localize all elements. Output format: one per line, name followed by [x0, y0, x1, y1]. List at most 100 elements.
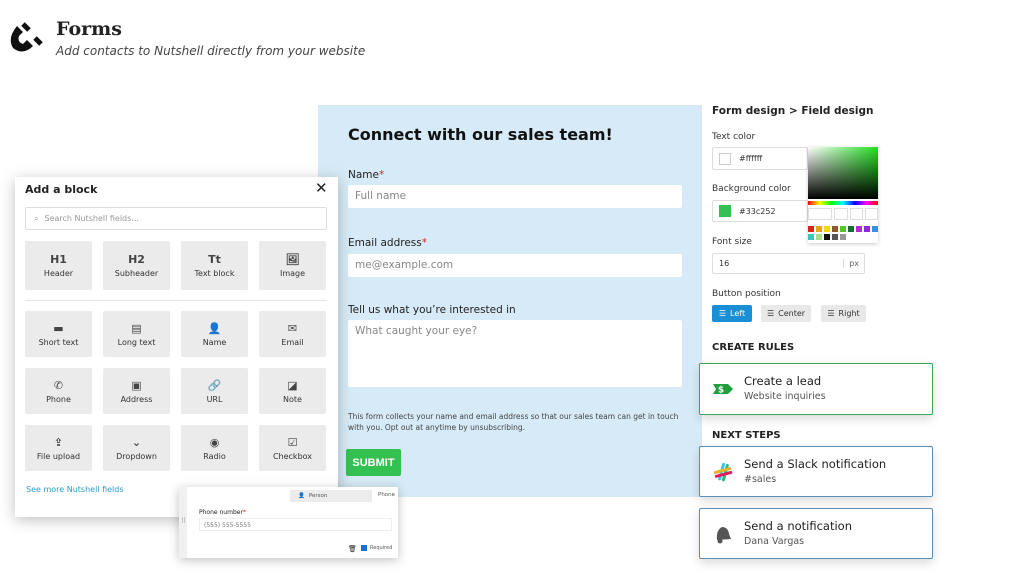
card-title: Send a notification	[744, 519, 852, 533]
color-swatch[interactable]	[808, 234, 814, 240]
block-tile[interactable]: ▣ Address	[103, 368, 170, 414]
block-tile[interactable]: ▤ Long text	[103, 311, 170, 357]
create-lead-card[interactable]: $ Create a lead Website inquiries	[699, 363, 933, 415]
entity-select[interactable]: 👤 Person	[290, 490, 372, 502]
bell-icon	[716, 527, 731, 544]
color-swatch[interactable]	[824, 234, 830, 240]
button-position-label: Button position	[712, 289, 781, 299]
block-tile[interactable]: H1 Header	[25, 241, 92, 290]
block-label: Checkbox	[272, 451, 313, 461]
color-swatch[interactable]	[816, 234, 822, 240]
card-title: Create a lead	[744, 374, 822, 388]
color-swatch[interactable]	[840, 234, 846, 240]
breadcrumb: Form design > Field design	[712, 105, 874, 117]
align-center-icon: ☰	[766, 309, 775, 318]
color-swatch[interactable]	[832, 226, 838, 232]
block-label: Email	[281, 337, 304, 347]
trash-icon[interactable]: 🗑	[348, 545, 357, 553]
card-subtitle: #sales	[744, 474, 777, 485]
see-more-fields-link[interactable]: See more Nutshell fields	[26, 485, 124, 494]
block-tile[interactable]: Tt Text block	[181, 241, 248, 290]
block-label: Short text	[38, 337, 79, 347]
position-label: Right	[838, 309, 860, 318]
block-tile[interactable]: ⌄ Dropdown	[103, 425, 170, 471]
block-icon: H2	[128, 253, 145, 266]
font-size-input[interactable]: 16 px	[712, 253, 865, 274]
required-label: Required	[370, 545, 393, 551]
block-label: Dropdown	[116, 451, 157, 461]
interest-textarea[interactable]: What caught your eye?	[348, 320, 682, 387]
color-picker[interactable]	[808, 147, 879, 243]
color-swatch[interactable]	[864, 226, 870, 232]
interest-label: Tell us what you’re interested in	[348, 304, 516, 316]
phone-input[interactable]: (555) 555-5555	[199, 518, 392, 531]
color-values	[808, 208, 879, 220]
hue-slider[interactable]	[808, 201, 878, 205]
send-notification-card[interactable]: Send a notification Dana Vargas	[699, 508, 933, 559]
position-center-button[interactable]: ☰ Center	[761, 305, 811, 322]
phone-label: Phone number*	[199, 509, 246, 516]
bg-color-value: #33c252	[739, 206, 776, 216]
block-tile[interactable]: ✉ Email	[259, 311, 326, 357]
block-icon: H1	[50, 253, 67, 266]
color-swatch[interactable]	[848, 234, 854, 240]
swatch-grid	[808, 226, 878, 240]
color-swatch[interactable]	[832, 234, 838, 240]
color-swatch[interactable]	[872, 226, 878, 232]
block-tile[interactable]: H2 Subheader	[103, 241, 170, 290]
bg-color-input[interactable]: #33c252	[712, 200, 808, 222]
block-label: Note	[283, 394, 302, 404]
checkbox-checked-icon	[361, 545, 367, 551]
color-swatch[interactable]	[840, 226, 846, 232]
font-size-value: 16	[719, 259, 730, 268]
color-swatch[interactable]	[848, 226, 854, 232]
search-input[interactable]: ⌕ Search Nutshell fields...	[25, 207, 327, 230]
block-tile[interactable]: ◉ Radio	[181, 425, 248, 471]
block-tile[interactable]: 🖼 Image	[259, 241, 326, 290]
color-swatch[interactable]	[808, 226, 814, 232]
field-type: Phone	[378, 492, 396, 498]
text-color-value: #ffffff	[739, 154, 763, 163]
person-icon: 👤	[298, 493, 305, 499]
slack-notification-card[interactable]: Send a Slack notification #sales	[699, 446, 933, 497]
name-input[interactable]: Full name	[348, 185, 682, 208]
color-swatch[interactable]	[816, 226, 822, 232]
block-tile[interactable]: 👤 Name	[181, 311, 248, 357]
drag-handle-icon[interactable]: ⠿	[181, 517, 186, 525]
bg-color-swatch	[719, 205, 731, 217]
block-tile[interactable]: ◪ Note	[259, 368, 326, 414]
block-icon: 🖼	[285, 253, 300, 266]
block-label: Name	[202, 337, 227, 347]
block-label: Subheader	[114, 269, 159, 278]
position-label: Center	[778, 309, 806, 318]
position-left-button[interactable]: ☰ Left	[712, 305, 752, 322]
block-tile[interactable]: 🔗 URL	[181, 368, 248, 414]
card-subtitle: Website inquiries	[744, 391, 826, 402]
position-label: Left	[730, 309, 746, 318]
block-tile[interactable]: ⇪ File upload	[25, 425, 92, 471]
color-swatch[interactable]	[824, 226, 830, 232]
color-saturation-area[interactable]	[808, 147, 878, 199]
close-icon[interactable]: ✕	[315, 179, 328, 197]
form-disclaimer: This form collects your name and email a…	[348, 412, 679, 432]
email-input[interactable]: me@example.com	[348, 254, 682, 277]
bg-color-label: Background color	[712, 184, 791, 194]
required-checkbox[interactable]: Required	[361, 545, 392, 551]
text-color-input[interactable]: #ffffff	[712, 147, 808, 170]
color-swatch[interactable]	[856, 226, 862, 232]
block-tile[interactable]: ▬ Short text	[25, 311, 92, 357]
page-title: Forms	[56, 18, 122, 40]
position-right-button[interactable]: ☰ Right	[821, 305, 866, 322]
panel-title: Add a block	[25, 183, 98, 196]
app-logo	[9, 22, 45, 56]
block-icon: ▣	[131, 378, 142, 392]
block-tile[interactable]: ✆ Phone	[25, 368, 92, 414]
text-color-swatch	[719, 152, 731, 165]
email-label: Email address*	[348, 237, 427, 249]
search-icon: ⌕	[34, 213, 39, 223]
block-icon: ✆	[53, 378, 64, 392]
block-icon: ▬	[53, 321, 64, 335]
block-tile[interactable]: ☑ Checkbox	[259, 425, 326, 471]
submit-button[interactable]: SUBMIT	[346, 449, 401, 476]
breadcrumb-form-design[interactable]: Form design	[712, 105, 785, 117]
